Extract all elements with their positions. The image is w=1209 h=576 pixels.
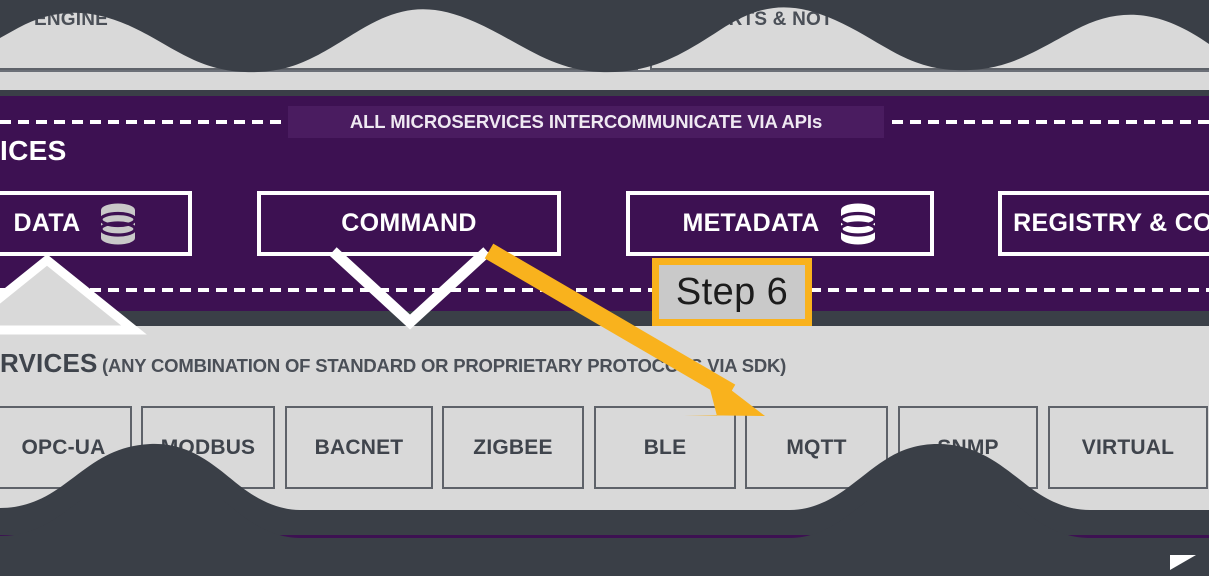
microservice-box-data[interactable]: DATA — [0, 191, 192, 256]
api-note-label: ALL MICROSERVICES INTERCOMMUNICATE VIA A… — [349, 111, 823, 132]
protocol-box-modbus[interactable]: MODBUS — [141, 406, 275, 489]
play-triangle-icon[interactable] — [1168, 551, 1198, 576]
protocol-box-opcua-label: OPC-UA — [21, 435, 106, 459]
step-6-label: Step 6 — [675, 270, 789, 313]
protocol-box-ble[interactable]: BLE — [594, 406, 736, 489]
protocol-box-bacnet[interactable]: BACNET — [285, 406, 433, 489]
step-6-callout: Step 6 — [652, 258, 812, 326]
section-separator-strip — [0, 311, 1209, 326]
top-box-unlabeled[interactable] — [240, 2, 638, 70]
microservice-box-metadata[interactable]: METADATA — [626, 191, 934, 256]
microservice-box-command[interactable]: COMMAND — [257, 191, 561, 256]
protocol-box-zigbee[interactable]: ZIGBEE — [442, 406, 584, 489]
protocol-box-virtual[interactable]: VIRTUAL — [1048, 406, 1208, 489]
top-divider-line — [0, 70, 1209, 72]
device-services-title-note: (ANY COMBINATION OF STANDARD OR PROPRIET… — [102, 355, 787, 376]
top-services-section: ENGINE ALERTS & NOT — [0, 0, 1209, 90]
bottom-purple-band — [0, 535, 1209, 555]
protocol-box-modbus-label: MODBUS — [160, 435, 256, 459]
microservice-box-command-label: COMMAND — [341, 209, 477, 237]
protocol-box-ble-label: BLE — [643, 435, 687, 459]
device-services-title: RVICES (ANY COMBINATION OF STANDARD OR P… — [0, 348, 786, 379]
top-box-group: ENGINE ALERTS & NOT — [0, 0, 1209, 90]
protocol-box-mqtt[interactable]: MQTT — [745, 406, 888, 489]
top-box-alerts-label: ALERTS & NOT — [690, 9, 833, 30]
dashed-line-right — [892, 120, 1209, 124]
protocol-box-snmp[interactable]: SNMP — [898, 406, 1038, 489]
database-icon — [98, 202, 138, 246]
microservice-box-data-label: DATA — [13, 209, 81, 237]
top-box-engine-label: ENGINE — [34, 9, 109, 30]
device-services-title-main: RVICES — [0, 348, 98, 378]
protocol-box-virtual-label: VIRTUAL — [1081, 435, 1175, 459]
protocol-box-bacnet-label: BACNET — [314, 435, 404, 459]
microservice-box-registry[interactable]: REGISTRY & CO — [998, 191, 1209, 256]
microservice-box-metadata-label: METADATA — [682, 209, 820, 237]
dashed-line-bottom — [0, 288, 1209, 292]
protocol-box-zigbee-label: ZIGBEE — [473, 435, 553, 459]
protocol-box-opcua[interactable]: OPC-UA — [0, 406, 132, 489]
protocol-box-mqtt-label: MQTT — [786, 435, 847, 459]
protocol-box-snmp-label: SNMP — [937, 435, 999, 459]
database-icon — [838, 202, 878, 246]
diagram-canvas: ENGINE ALERTS & NOT ALL MICROSERVICES IN… — [0, 0, 1209, 576]
microservices-section-title: ICES — [0, 135, 67, 166]
microservice-box-registry-label: REGISTRY & CO — [1013, 209, 1209, 237]
dashed-line-left — [0, 120, 290, 124]
